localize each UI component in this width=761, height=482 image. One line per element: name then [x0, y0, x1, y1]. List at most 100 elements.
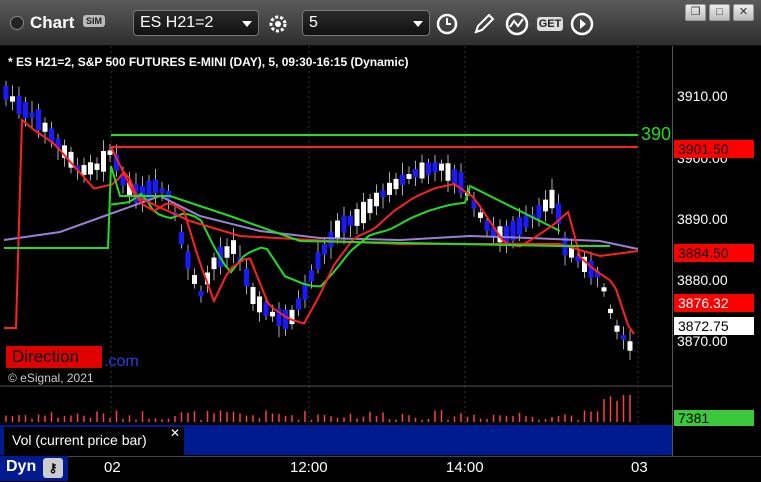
candle-body [257, 296, 262, 313]
candle-body [439, 163, 444, 171]
clock-button[interactable] [433, 10, 461, 38]
price-label: 3890.00 [677, 211, 728, 227]
candle-body [608, 308, 613, 314]
candle-body [159, 188, 165, 194]
candle-body [374, 192, 379, 207]
dyn-button[interactable]: Dyn ⚷ [0, 456, 68, 481]
get-button[interactable]: GET [536, 10, 564, 38]
dot-com-text: .com [104, 353, 139, 370]
chevron-down-icon [242, 21, 252, 27]
candle-body [426, 162, 431, 176]
app-icon [10, 16, 24, 30]
price-label: 3910.00 [677, 88, 728, 104]
candle-body [185, 251, 191, 269]
candle-body [16, 96, 22, 115]
price-plot[interactable] [0, 46, 672, 426]
candle-body [627, 341, 633, 351]
chevron-down-icon [413, 21, 423, 27]
candle-body [244, 268, 249, 287]
symbol-combobox[interactable]: ES H21=2 [133, 10, 259, 36]
lock-icon[interactable]: ⚷ [43, 458, 63, 478]
candle-body [81, 165, 87, 175]
interval-value: 5 [309, 14, 318, 31]
interval-combobox[interactable]: 5 [302, 10, 430, 36]
restore-icon: ❐ [690, 6, 701, 18]
candle-body [621, 335, 626, 340]
candle-body [198, 291, 204, 297]
red-price-box: 3876.32 [674, 294, 754, 312]
sim-badge: SIM [83, 15, 106, 27]
candle-body [322, 244, 327, 255]
green-level-tag: 390 [641, 124, 671, 144]
dyn-label: Dyn [6, 458, 37, 475]
candle-body [88, 162, 93, 175]
price-label: 3880.00 [677, 272, 728, 288]
candle-body [263, 302, 269, 316]
candle-body [192, 275, 197, 284]
maximize-button[interactable]: □ [709, 4, 730, 21]
pencil-button[interactable] [470, 10, 498, 38]
gear-icon [269, 15, 287, 33]
red-average-line [4, 117, 635, 335]
candle-body [179, 231, 184, 245]
candle-body [153, 179, 158, 194]
pencil-icon [474, 13, 495, 34]
play-button[interactable] [568, 10, 596, 38]
candle-body [523, 215, 529, 228]
close-button[interactable]: ✕ [733, 4, 754, 21]
studies-button[interactable] [503, 10, 531, 38]
candle-body [549, 189, 555, 209]
window-title: Chart [30, 13, 75, 32]
gear-button[interactable] [264, 10, 292, 38]
clock-icon [436, 13, 458, 35]
candle-body [406, 174, 412, 179]
candle-body [387, 182, 392, 195]
volume-study-label[interactable]: Vol (current price bar) [4, 427, 184, 455]
candle-body [354, 209, 360, 226]
candle-body [419, 162, 425, 179]
candle-body [94, 163, 100, 170]
candle-body [367, 198, 373, 214]
candle-body [289, 309, 295, 325]
candle-body [270, 311, 275, 317]
time-label: 03 [631, 459, 648, 476]
candle-body [328, 231, 334, 248]
symbol-value: ES H21=2 [140, 14, 214, 31]
candle-body [250, 287, 256, 304]
candle-body [543, 199, 548, 212]
candle-body [10, 96, 15, 102]
restore-button[interactable]: ❐ [685, 4, 706, 21]
candle-body [42, 122, 48, 132]
candle-body [29, 112, 35, 118]
close-icon[interactable]: ✕ [170, 426, 180, 440]
candle-body [478, 212, 483, 218]
candle-body [452, 169, 457, 185]
candle-body [445, 163, 451, 181]
candle-body [101, 150, 106, 172]
candle-body [36, 109, 41, 131]
chart-wave-icon [505, 12, 529, 36]
candle-body [432, 162, 438, 172]
red-price-box: 3884.50 [674, 244, 754, 262]
candle-body [231, 240, 236, 255]
candle-body [393, 178, 399, 190]
candle-body [3, 85, 9, 100]
candle-body [283, 310, 288, 329]
red-price-box: 3901.50 [674, 140, 754, 158]
time-label: 12:00 [290, 459, 328, 476]
title-bar: Chart SIM ES H21=2 5 GET ❐ □ ✕ [0, 0, 761, 46]
volume-value-box: 7381 [674, 410, 754, 426]
candle-body [335, 220, 340, 239]
candle-body [517, 217, 522, 236]
candle-body [361, 201, 366, 224]
candle-body [601, 287, 607, 292]
candle-body [348, 215, 353, 226]
candle-body [309, 270, 314, 282]
direction-label: Direction [6, 346, 102, 368]
candle-body [341, 215, 347, 233]
play-icon [570, 12, 594, 36]
candle-body [23, 102, 28, 119]
price-label: 3870.00 [677, 333, 728, 349]
candle-body [484, 221, 490, 231]
copyright: © eSignal, 2021 [8, 371, 94, 385]
